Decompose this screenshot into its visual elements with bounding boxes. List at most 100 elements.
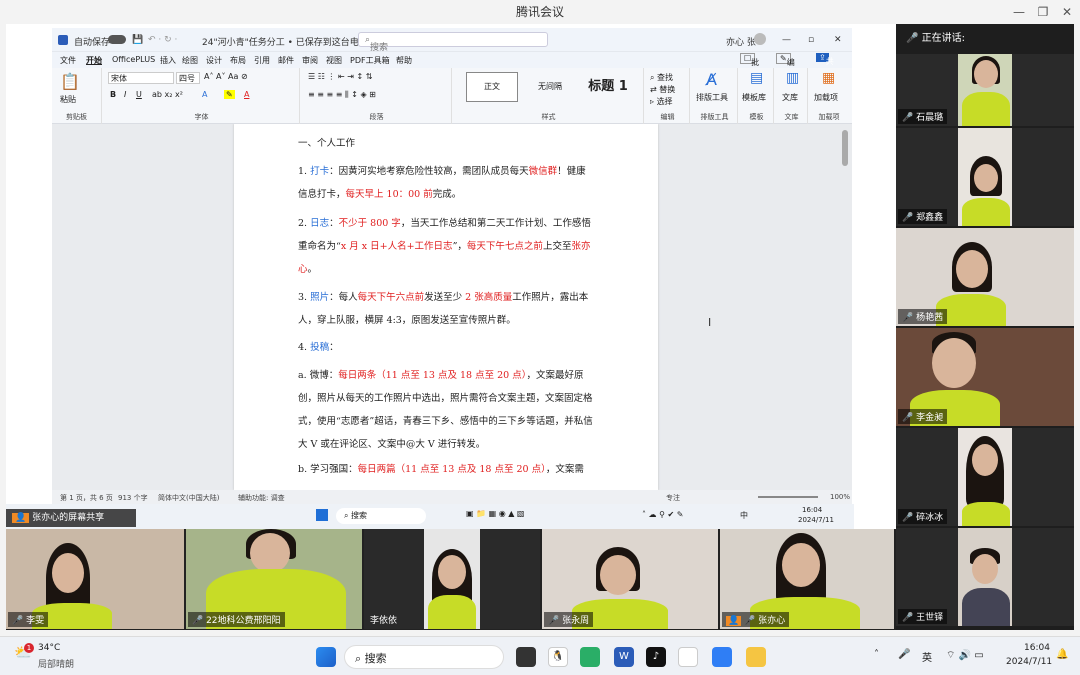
select-button[interactable]: ▹ 选择 xyxy=(650,96,673,107)
bold-icon[interactable]: B xyxy=(110,90,116,99)
language-status[interactable]: 简体中文(中国大陆) xyxy=(158,493,219,503)
highlight-icon[interactable]: ✎ xyxy=(224,90,235,99)
style-no-spacing[interactable]: 无间隔 xyxy=(524,72,576,102)
paste-button[interactable]: 粘贴 xyxy=(60,94,76,105)
font-color-icon[interactable]: A xyxy=(244,90,249,99)
comments-button[interactable]: ☐ 批注 xyxy=(740,53,759,78)
menu-insert[interactable]: 插入 xyxy=(160,55,176,66)
video-tile[interactable]: 👤 🎤 张亦心 xyxy=(720,529,894,629)
italic-icon[interactable]: I xyxy=(124,90,126,99)
save-icon[interactable]: 💾 xyxy=(132,35,143,45)
menu-help[interactable]: 帮助 xyxy=(396,55,412,66)
find-button[interactable]: ⌕ 查找 xyxy=(650,72,673,83)
library-icon[interactable]: ▥ xyxy=(786,70,799,86)
font-size-icons[interactable]: A˄ A˅ Aa ⊘ xyxy=(204,72,248,81)
colorful-app-icon[interactable] xyxy=(678,647,698,667)
video-tile[interactable]: 🎤 22地科公费邢阳阳 xyxy=(186,529,362,629)
autosave-toggle[interactable] xyxy=(108,35,126,44)
inner-search-box[interactable]: ⌕ 搜索 xyxy=(336,508,426,524)
qq-icon[interactable]: 🐧 xyxy=(548,647,568,667)
style-heading-1[interactable]: 标题 1 xyxy=(582,72,634,102)
weather-status[interactable]: 局部晴朗 xyxy=(38,657,74,670)
clock-time[interactable]: 16:04 xyxy=(1024,643,1050,653)
list-icons[interactable]: ☰ ☷ ⋮ ⇤ ⇥ ↕ ⇅ xyxy=(308,72,372,81)
share-button[interactable]: ⇪ 共享 xyxy=(816,53,834,77)
paste-icon[interactable]: 📋 xyxy=(60,72,80,91)
file-explorer-icon[interactable] xyxy=(746,647,766,667)
menu-mailings[interactable]: 邮件 xyxy=(278,55,294,66)
tray-icons[interactable]: ⌔ 🔊 ▭ xyxy=(946,649,984,662)
document-page[interactable]: 一、个人工作 1. 打卡：因黄河实地考察危险性较高，需团队成员每天微信群！健康信… xyxy=(234,124,658,490)
video-tile[interactable]: 🎤 碎冰冰 xyxy=(896,428,1074,526)
video-tile[interactable]: 🎤 李金昶 xyxy=(896,328,1074,426)
menu-design[interactable]: 设计 xyxy=(206,55,222,66)
menu-officeplus[interactable]: OfficePLUS xyxy=(112,55,155,64)
word-taskbar-icon[interactable]: W xyxy=(614,647,634,667)
maximize-icon[interactable]: ❐ xyxy=(1030,0,1056,24)
menu-file[interactable]: 文件 xyxy=(60,55,76,66)
temperature[interactable]: 34°C xyxy=(38,643,60,653)
menu-view[interactable]: 视图 xyxy=(326,55,342,66)
minimize-icon[interactable]: — xyxy=(1006,0,1032,24)
menu-references[interactable]: 引用 xyxy=(254,55,270,66)
menu-review[interactable]: 审阅 xyxy=(302,55,318,66)
underline-icon[interactable]: U xyxy=(136,90,142,99)
microphone-icon[interactable]: 🎤 xyxy=(898,649,910,660)
word-minimize-icon[interactable]: — xyxy=(782,35,791,45)
chevron-up-icon[interactable]: ˄ xyxy=(874,649,879,660)
clock-date[interactable]: 2024/7/11 xyxy=(1006,657,1052,667)
replace-button[interactable]: ⇄ 替换 xyxy=(650,84,675,95)
typeset-button[interactable]: 排版工具 xyxy=(696,92,728,103)
video-tile[interactable]: 李依依 xyxy=(364,529,540,629)
user-name[interactable]: 亦心 张 xyxy=(726,35,756,48)
menu-draw[interactable]: 绘图 xyxy=(182,55,198,66)
document-title[interactable]: 24"河小青"任务分工 • 已保存到这台电脑 ∨ xyxy=(202,35,377,48)
video-tile[interactable]: 🎤 石晨璐 xyxy=(896,54,1074,126)
scrollbar[interactable] xyxy=(842,130,848,166)
library-button[interactable]: 文库 xyxy=(782,92,798,103)
wechat-icon[interactable] xyxy=(580,647,600,667)
addin-icon[interactable]: ▦ xyxy=(822,70,835,86)
undo-icon[interactable]: ↶ · ↻ · xyxy=(148,35,177,45)
word-count[interactable]: 913 个字 xyxy=(118,493,148,503)
font-name-select[interactable]: 宋体 xyxy=(108,72,174,84)
avatar[interactable] xyxy=(754,33,766,45)
menu-layout[interactable]: 布局 xyxy=(230,55,246,66)
video-tile[interactable]: 🎤 张永周 xyxy=(542,529,718,629)
font-size-select[interactable]: 四号 xyxy=(176,72,200,84)
template-button[interactable]: 模板库 xyxy=(742,92,766,103)
zoom-level[interactable]: 100% xyxy=(830,493,850,501)
zoom-slider[interactable] xyxy=(758,496,818,498)
word-close-icon[interactable]: ✕ xyxy=(834,35,842,45)
tiktok-icon[interactable]: ♪ xyxy=(646,647,666,667)
tencent-meeting-icon[interactable] xyxy=(712,647,732,667)
inner-start-icon[interactable] xyxy=(316,509,328,521)
inner-ime[interactable]: 中 xyxy=(740,510,748,521)
menu-home[interactable]: 开始 xyxy=(86,55,102,66)
menu-pdf-toolbox[interactable]: PDF工具箱 xyxy=(350,55,390,66)
template-icon[interactable]: ▤ xyxy=(750,70,763,86)
video-tile[interactable]: 🎤 杨艳茜 xyxy=(896,228,1074,326)
word-restore-icon[interactable]: ▫ xyxy=(808,35,814,45)
align-icons[interactable]: ≡ ≡ ≡ ≡ ⫼ ↕ ◈ ⊞ xyxy=(308,90,376,100)
inner-app-icons[interactable]: ▣ 📁 ▦ ◉ ▲ ▧ xyxy=(466,509,524,518)
editing-button[interactable]: ✎ 编辑 xyxy=(776,53,795,78)
screen-share-label[interactable]: 👤 张亦心的屏幕共享 xyxy=(6,509,136,527)
ime-indicator[interactable]: 英 xyxy=(922,649,932,664)
accessibility-status[interactable]: 辅助功能: 调查 xyxy=(238,493,285,503)
typeset-icon[interactable]: A̸ xyxy=(706,70,717,89)
page-count[interactable]: 第 1 页，共 6 页 xyxy=(60,493,113,503)
video-tile[interactable]: 🎤 郑鑫鑫 xyxy=(896,128,1074,226)
video-tile[interactable]: 🎤 李雯 xyxy=(6,529,184,629)
format-icons[interactable]: ab x₂ x² xyxy=(152,90,183,99)
word-search-input[interactable]: ⌕ 搜索 xyxy=(358,32,548,53)
close-icon[interactable]: ✕ xyxy=(1054,0,1080,24)
addin-button[interactable]: 加载项 xyxy=(814,92,838,103)
start-icon[interactable] xyxy=(316,647,336,667)
style-normal[interactable]: 正文 xyxy=(466,72,518,102)
taskbar-search[interactable]: ⌕ 搜索 xyxy=(344,645,504,669)
focus-mode[interactable]: 专注 xyxy=(666,493,680,503)
text-effect-icon[interactable]: A xyxy=(202,90,207,99)
notification-bell-icon[interactable]: 🔔 xyxy=(1056,649,1068,660)
video-tile[interactable]: 🎤 王世铎 xyxy=(896,528,1074,626)
